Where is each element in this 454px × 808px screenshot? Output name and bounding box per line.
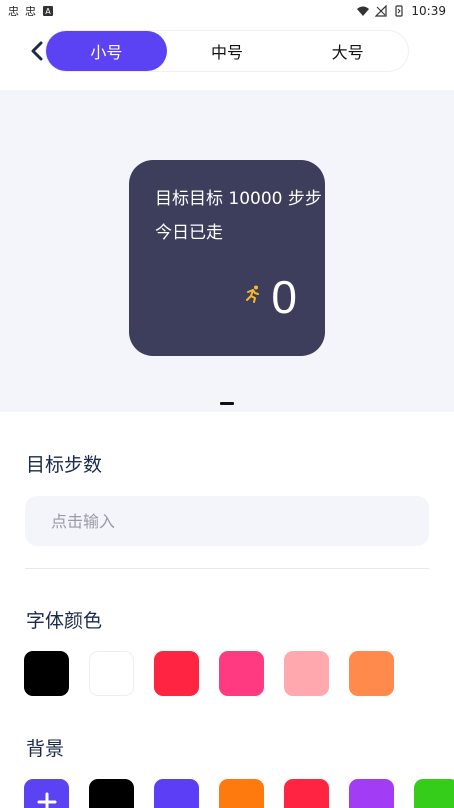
runner-icon <box>246 285 259 303</box>
font-color-swatch-black[interactable] <box>24 651 69 696</box>
notification-icons: 忠 忠 A <box>8 3 54 19</box>
status-bar: 忠 忠 A 10:39 <box>0 0 454 22</box>
tab-large[interactable]: 大号 <box>287 31 408 71</box>
status-time: 10:39 <box>411 4 446 18</box>
size-tabs: 小号 中号 大号 <box>46 31 408 71</box>
font-color-swatch-white[interactable] <box>89 651 134 696</box>
font-color-title: 字体颜色 <box>26 610 103 632</box>
header: 小号 中号 大号 <box>0 28 454 74</box>
page-indicator <box>220 402 234 405</box>
chevron-left-icon <box>31 41 43 61</box>
background-swatch-black[interactable] <box>89 779 134 808</box>
background-title: 背景 <box>26 738 65 760</box>
keyboard-icon: A <box>43 6 53 16</box>
background-swatch-green[interactable] <box>414 779 454 808</box>
background-swatch-orange[interactable] <box>219 779 264 808</box>
system-icons: 10:39 <box>357 4 446 18</box>
font-color-swatches <box>24 651 394 696</box>
step-widget-preview[interactable]: 目标目标 10000 步步 今日已走 0 <box>129 160 325 356</box>
background-swatch-violet[interactable] <box>349 779 394 808</box>
widget-today-label: 今日已走 <box>155 223 223 243</box>
background-swatches <box>24 779 454 808</box>
wifi-icon <box>357 6 370 16</box>
font-color-swatch-red[interactable] <box>154 651 199 696</box>
divider <box>25 568 429 569</box>
background-swatch-purple[interactable] <box>154 779 199 808</box>
font-color-swatch-pink[interactable] <box>219 651 264 696</box>
goal-steps-title: 目标步数 <box>26 454 103 476</box>
widget-preview-area: 目标目标 10000 步步 今日已走 0 <box>0 90 454 412</box>
plus-icon <box>37 792 56 808</box>
step-count: 0 <box>271 271 297 323</box>
no-signal-icon <box>375 5 388 17</box>
font-color-swatch-orange[interactable] <box>349 651 394 696</box>
svg-text:A: A <box>45 7 51 16</box>
battery-icon <box>395 5 404 17</box>
widget-goal-text: 目标目标 10000 步步 <box>155 189 322 209</box>
tab-medium[interactable]: 中号 <box>167 31 288 71</box>
tab-small[interactable]: 小号 <box>46 31 167 71</box>
app-notification-icon: 忠 <box>8 5 19 18</box>
background-swatch-red[interactable] <box>284 779 329 808</box>
font-color-swatch-light-pink[interactable] <box>284 651 329 696</box>
goal-steps-input[interactable] <box>25 496 429 546</box>
add-background-button[interactable] <box>24 779 69 808</box>
app-notification-icon: 忠 <box>25 5 36 18</box>
